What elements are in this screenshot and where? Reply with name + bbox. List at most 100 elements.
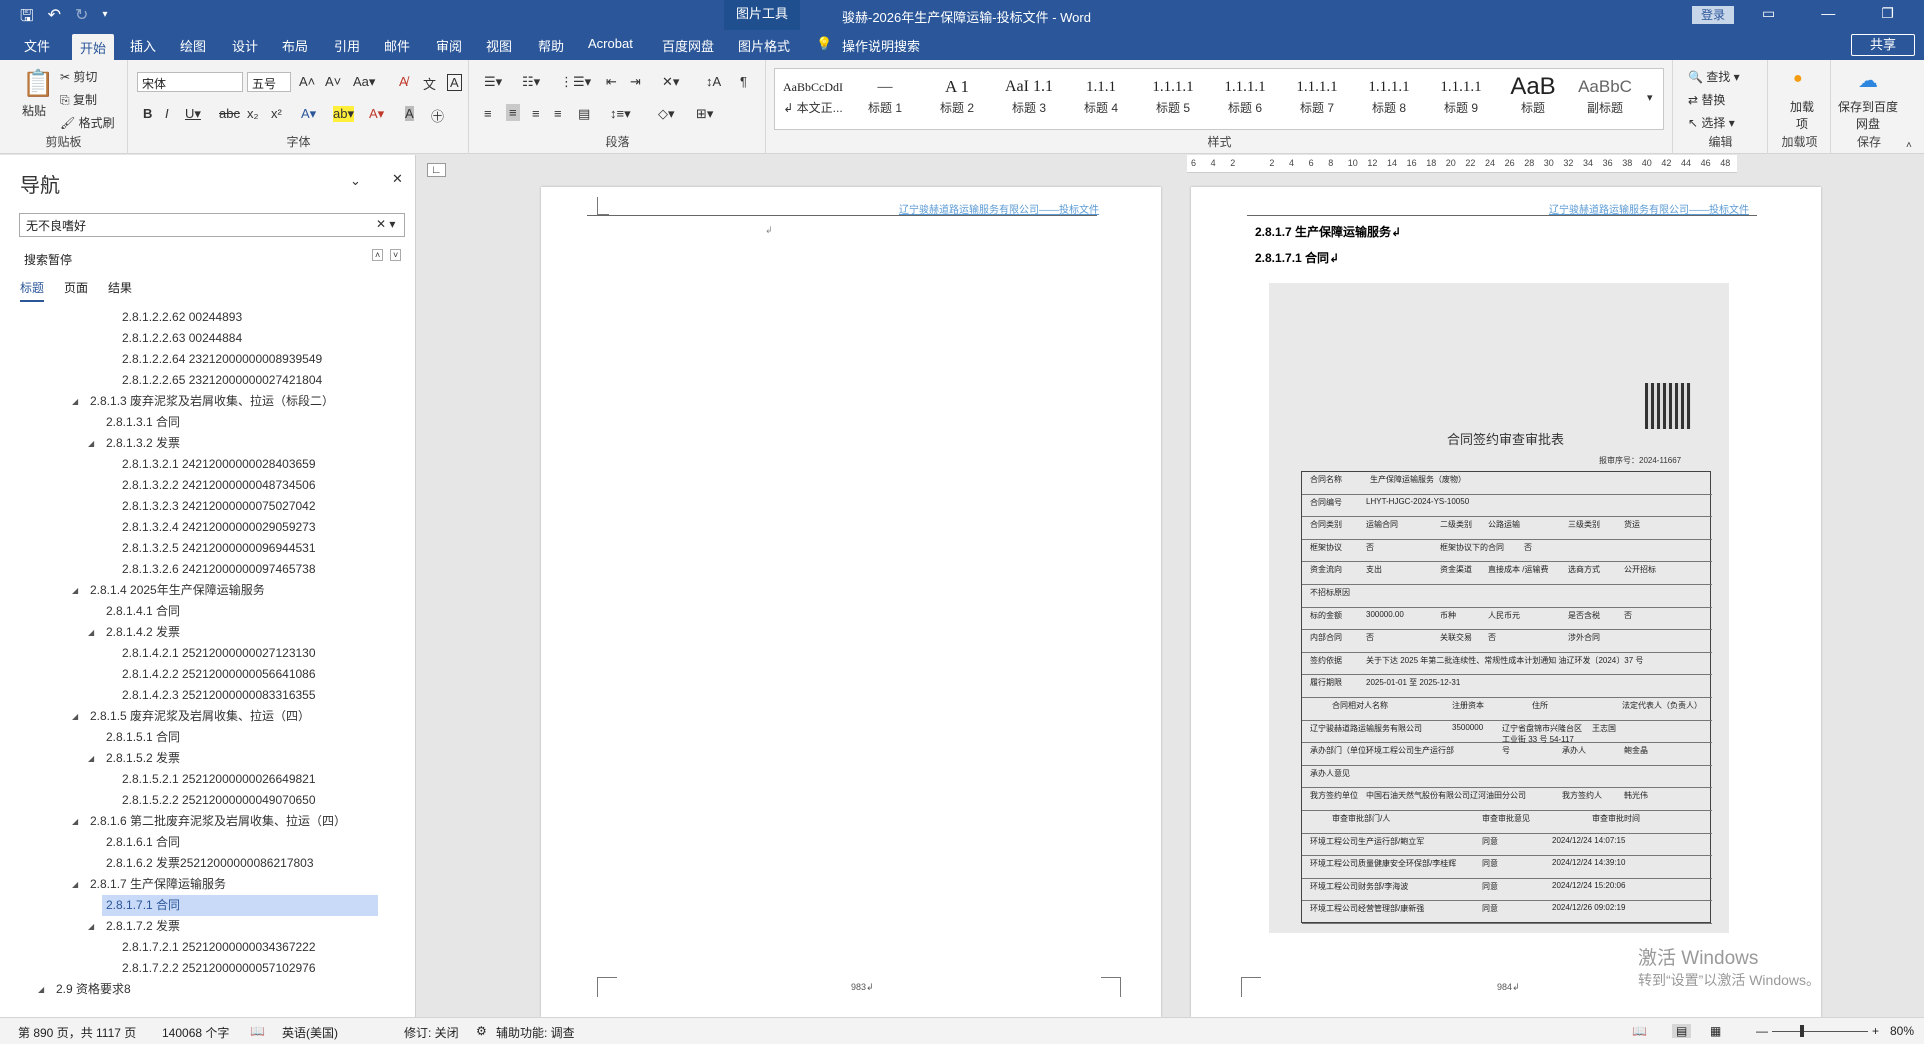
style-normal[interactable]: AaBbCcDdI ↲ 本文正... [777,69,849,129]
nav-search-input[interactable]: 无不良嗜好 [19,213,405,237]
align-right-icon[interactable]: ≡ [532,106,540,121]
redo-icon[interactable]: ↻ [75,5,88,32]
nav-heading-item[interactable]: ◢ 2.8.1.3.2 发票 [88,433,180,454]
styles-more-icon[interactable]: ▾ [1647,91,1653,104]
zoom-level[interactable]: 80% [1890,1024,1914,1038]
nav-heading-item[interactable]: 2.8.1.2.2.65 23212000000027421804 [118,370,322,391]
multilevel-list-icon[interactable]: ⋮☰▾ [560,74,591,90]
nav-heading-item[interactable]: 2.8.1.2.2.64 23212000000008939549 [118,349,322,370]
tab-baidu[interactable]: 百度网盘 [662,36,714,55]
horizontal-ruler[interactable]: 6 4 2 2 4 6 8 10 12 14 16 18 20 22 24 26 28 30 32 34 36 38 40 4… [1187,155,1737,173]
contract-scan-image[interactable]: 合同签约审查审批表 报审序号：2024-11667 合同名称 生产保障运输服务（废… [1269,283,1729,933]
nav-heading-item[interactable]: ◢ 2.8.1.5 废弃泥浆及岩屑收集、拉运（四） [72,706,310,727]
nav-heading-item[interactable]: 2.8.1.5.1 合同 [102,727,180,748]
char-shading-icon[interactable]: A [405,106,414,121]
style-title[interactable]: AaB 标题 [1497,69,1569,129]
sort-icon[interactable]: ↕A [706,74,721,89]
baidu-cloud-icon[interactable]: ☁ [1858,68,1878,93]
nav-heading-item[interactable]: 2.8.1.7.2.2 25212000000057102976 [118,958,316,979]
nav-heading-item[interactable]: 2.8.1.3.2.1 24212000000028403659 [118,454,316,475]
save-to-baidu-button[interactable]: 保存到百度网盘 [1836,98,1900,132]
nav-heading-item[interactable]: 2.8.1.6.1 合同 [102,832,180,853]
read-mode-icon[interactable]: 📖 [1632,1024,1647,1038]
collapse-triangle-icon[interactable]: ◢ [72,391,78,412]
addins-icon[interactable]: ● [1793,70,1803,88]
tab-acrobat[interactable]: Acrobat [588,36,633,51]
collapse-ribbon-icon[interactable]: ˄ [1906,140,1912,151]
tab-review[interactable]: 审阅 [436,36,462,55]
clear-format-icon[interactable]: A̸ [399,74,408,89]
zoom-in-icon[interactable]: + [1872,1024,1879,1038]
nav-heading-item[interactable]: ◢ 2.8.1.4.2 发票 [88,622,180,643]
collapse-triangle-icon[interactable]: ◢ [38,979,44,1000]
collapse-triangle-icon[interactable]: ◢ [72,580,78,601]
bullets-icon[interactable]: ☰▾ [484,74,502,90]
strikethrough-icon[interactable]: abc [219,106,240,121]
tab-help[interactable]: 帮助 [538,36,564,55]
style-heading-3[interactable]: AaI 1.1 标题 3 [993,69,1065,129]
track-changes[interactable]: 修订: 关闭 [404,1024,459,1041]
tab-view[interactable]: 视图 [486,36,512,55]
grow-font-icon[interactable]: A˄ [299,74,315,89]
tell-me-search[interactable]: 操作说明搜索 [842,36,920,55]
decrease-indent-icon[interactable]: ⇤ [606,74,617,90]
save-icon[interactable]: 🖫 [20,5,34,32]
page-count[interactable]: 第 890 页，共 1117 页 [18,1024,136,1041]
proofing-icon[interactable]: 📖 [250,1024,265,1038]
tab-design[interactable]: 设计 [232,36,258,55]
enclose-char-icon[interactable]: ㊉ [431,106,444,125]
word-count[interactable]: 140068 个字 [162,1024,229,1041]
nav-heading-item[interactable]: 2.8.1.7.1 合同 [102,895,378,916]
style-heading-5[interactable]: 1.1.1.1 标题 5 [1137,69,1209,129]
collapse-triangle-icon[interactable]: ◢ [88,622,94,643]
italic-icon[interactable]: I [165,106,169,121]
tab-file[interactable]: 文件 [24,36,50,55]
font-color-icon[interactable]: A▾ [369,106,384,122]
paste-icon[interactable]: 📋 [22,68,54,99]
highlight-icon[interactable]: ab▾ [333,106,354,122]
language[interactable]: 英语(美国) [282,1024,338,1041]
select-button[interactable]: ↖ 选择 ▾ [1688,114,1735,131]
nav-heading-item[interactable]: ◢ 2.8.1.7 生产保障运输服务 [72,874,226,895]
nav-heading-item[interactable]: 2.8.1.2.2.62 00244893 [118,307,242,328]
style-heading-9[interactable]: 1.1.1.1 标题 9 [1425,69,1497,129]
undo-icon[interactable]: ↶ [48,5,61,32]
style-heading-1[interactable]: — 标题 1 [849,69,921,129]
distribute-icon[interactable]: ▤ [578,106,590,122]
nav-close-icon[interactable]: ✕ [392,171,403,187]
superscript-icon[interactable]: x² [271,106,282,121]
tab-references[interactable]: 引用 [334,36,360,55]
zoom-out-icon[interactable]: — [1756,1024,1768,1038]
tab-mailings[interactable]: 邮件 [384,36,410,55]
underline-icon[interactable]: U▾ [185,106,201,122]
style-heading-2[interactable]: A 1 标题 2 [921,69,993,129]
nav-heading-item[interactable]: 2.8.1.5.2.2 25212000000049070650 [118,790,316,811]
nav-heading-item[interactable]: 2.8.1.3.2.6 24212000000097465738 [118,559,316,580]
font-size-select[interactable]: 五号 [247,72,291,92]
collapse-triangle-icon[interactable]: ◢ [88,748,94,769]
login-button[interactable]: 登录 [1692,6,1734,24]
nav-heading-item[interactable]: ◢ 2.8.1.6 第二批废弃泥浆及岩屑收集、拉运（四） [72,811,346,832]
numbering-icon[interactable]: ☷▾ [522,74,540,90]
addins-button[interactable]: 加载项 [1785,98,1819,132]
nav-heading-item[interactable]: 2.8.1.3.2.5 24212000000096944531 [118,538,316,559]
borders-icon[interactable]: ⊞▾ [696,106,713,122]
cut-button[interactable]: ✂ 剪切 [60,68,97,85]
minimize-icon[interactable]: — [1821,5,1835,22]
style-subtitle[interactable]: AaBbC 副标题 [1569,69,1641,129]
zoom-slider-thumb[interactable] [1800,1025,1804,1037]
tab-home[interactable]: 开始 [72,34,115,60]
collapse-triangle-icon[interactable]: ◢ [72,874,78,895]
web-layout-icon[interactable]: ▦ [1710,1024,1721,1038]
collapse-triangle-icon[interactable]: ◢ [72,811,78,832]
nav-heading-item[interactable]: 2.8.1.4.2.1 25212000000027123130 [118,643,316,664]
collapse-triangle-icon[interactable]: ◢ [88,916,94,937]
collapse-triangle-icon[interactable]: ◢ [72,706,78,727]
style-heading-8[interactable]: 1.1.1.1 标题 8 [1353,69,1425,129]
nav-heading-item[interactable]: 2.8.1.3.2.4 24212000000029059273 [118,517,316,538]
nav-heading-item[interactable]: ◢ 2.9 资格要求8 [38,979,131,1000]
style-heading-6[interactable]: 1.1.1.1 标题 6 [1209,69,1281,129]
nav-tab-results[interactable]: 结果 [108,279,132,302]
nav-heading-item[interactable]: ◢ 2.8.1.5.2 发票 [88,748,180,769]
accessibility-status[interactable]: 辅助功能: 调查 [496,1024,575,1041]
